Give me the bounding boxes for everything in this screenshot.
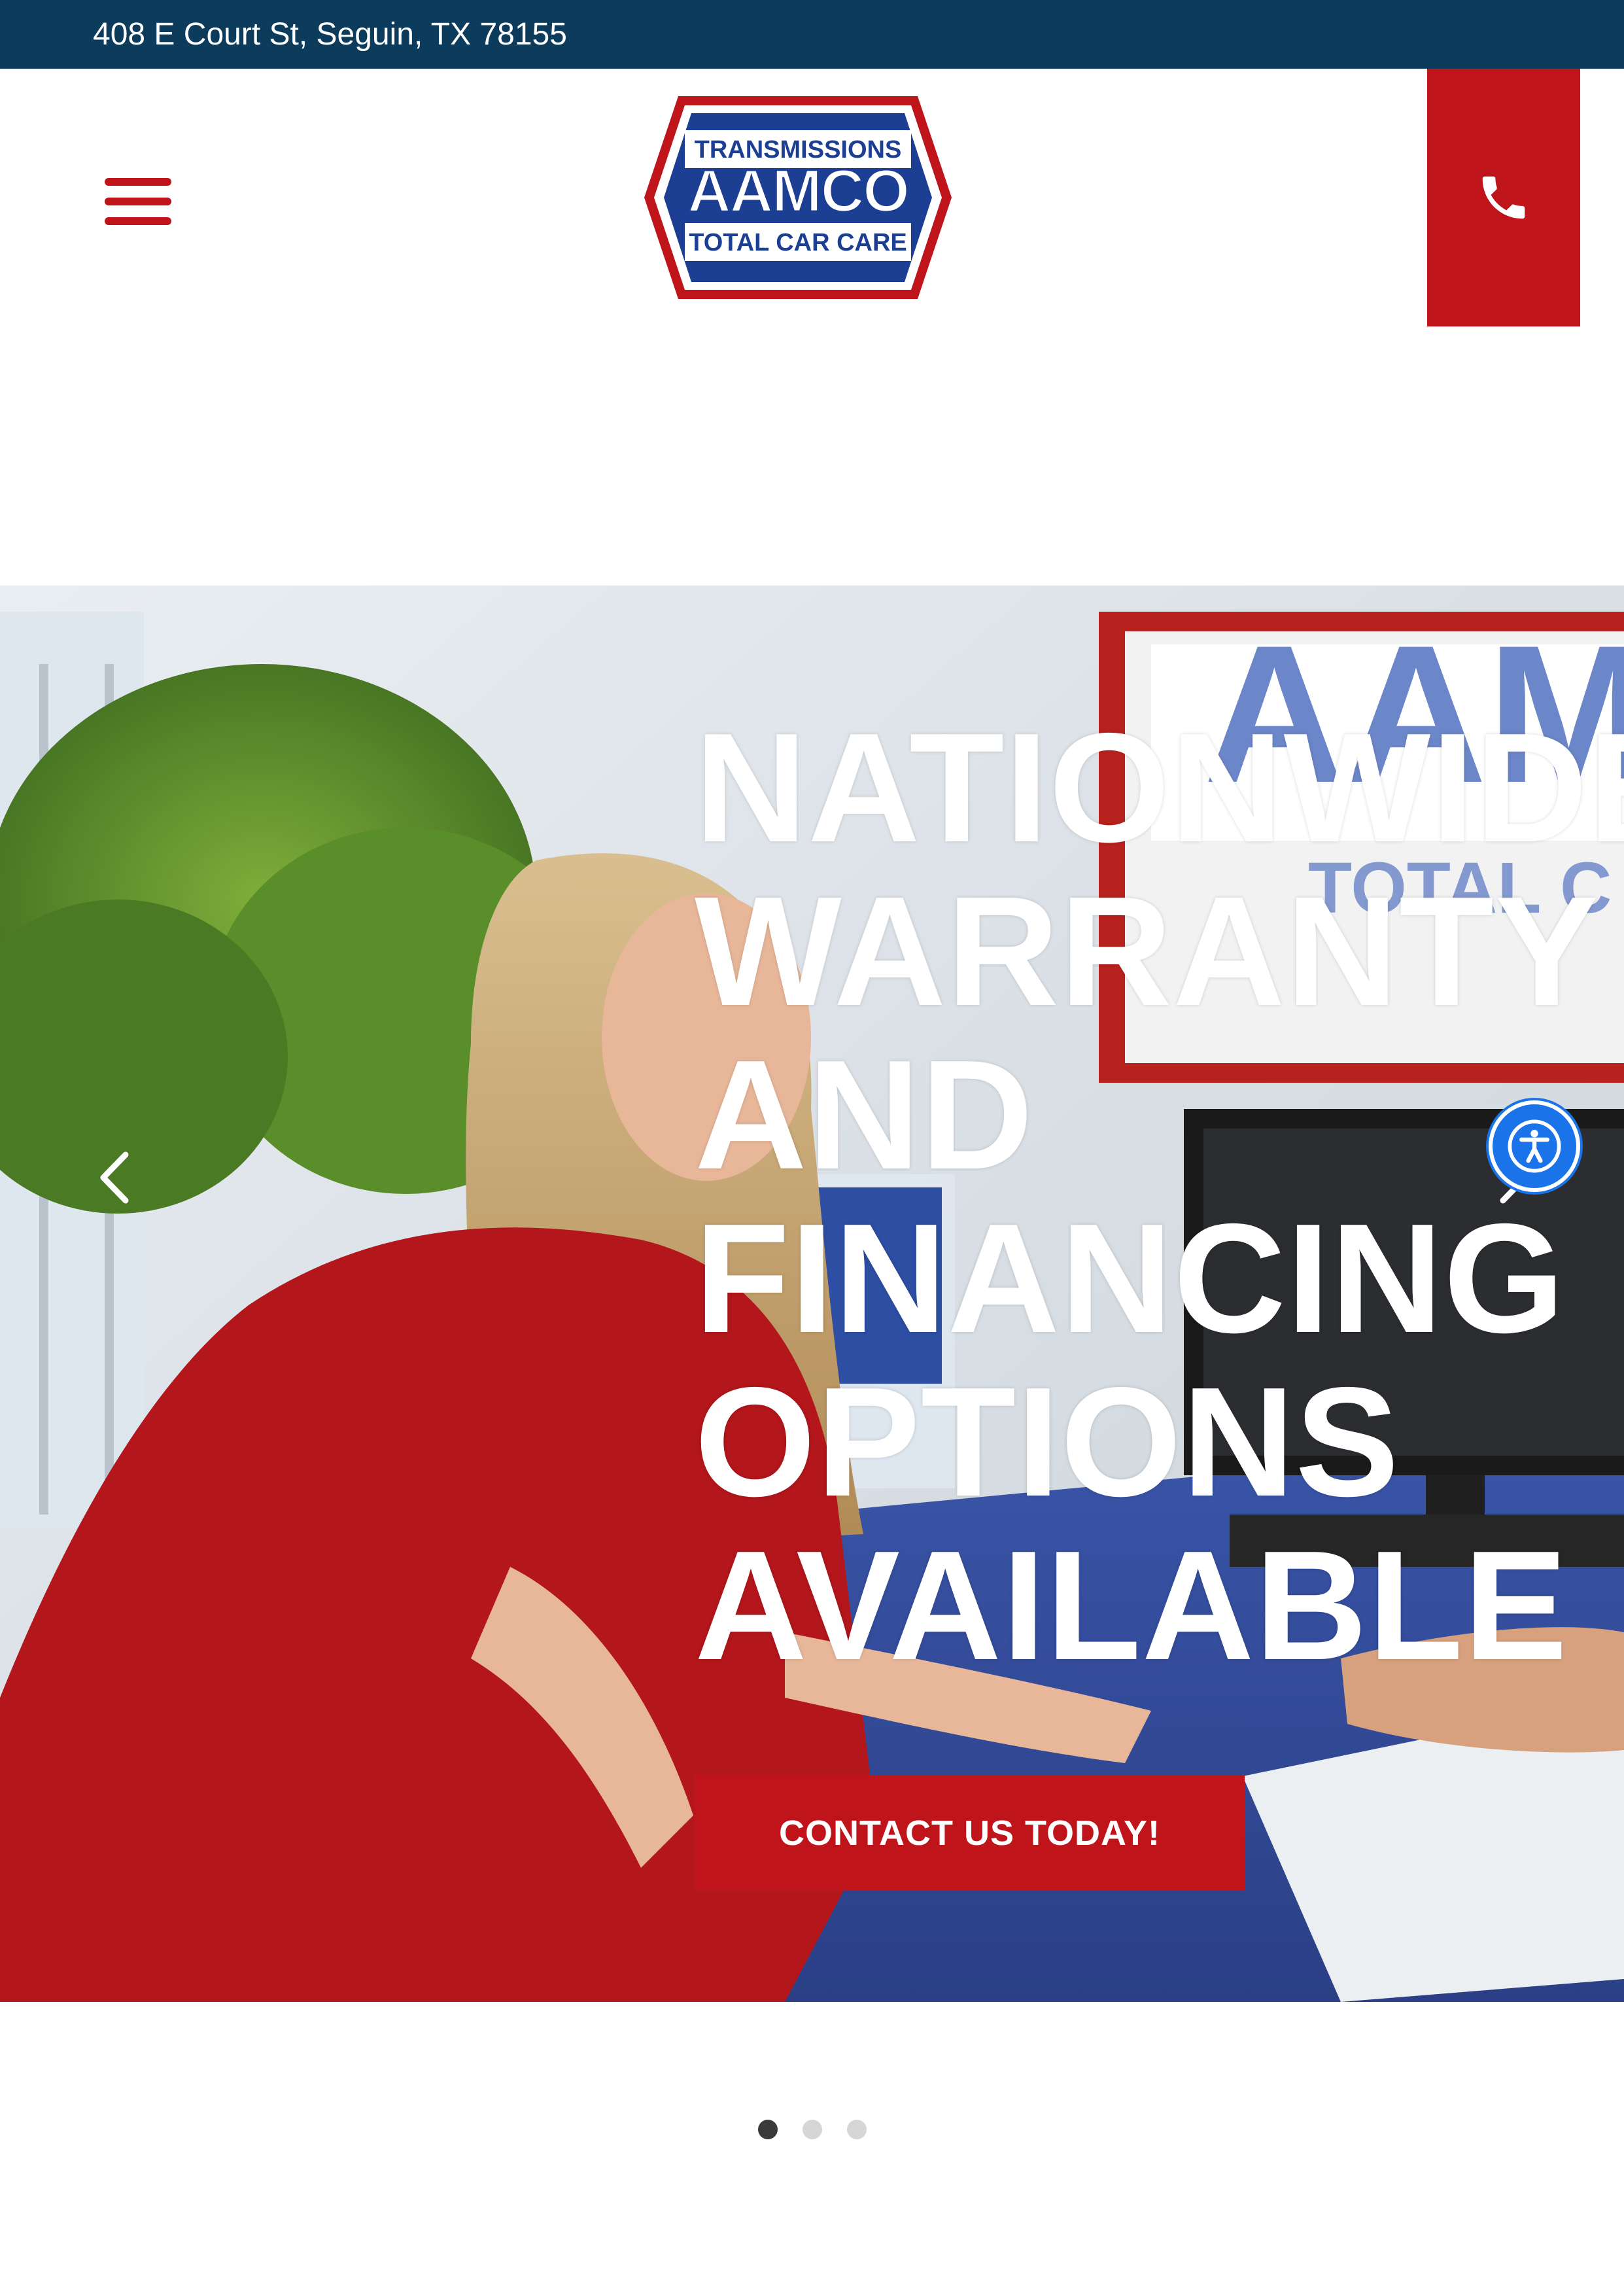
contact-us-button[interactable]: CONTACT US TODAY! bbox=[695, 1775, 1245, 1891]
hero-slider: AAMCO TOTAL C NATIONWIDE WARRANTY AND FI… bbox=[0, 586, 1624, 2002]
aamco-logo[interactable]: TRANSMISSIONS AAMCO TOTAL CAR CARE bbox=[644, 83, 952, 312]
slider-dot-3[interactable] bbox=[846, 2120, 867, 2139]
slider-dot-1[interactable] bbox=[757, 2120, 778, 2139]
top-bar: 408 E Court St, Seguin, TX 78155 bbox=[0, 0, 1624, 69]
menu-bar-line bbox=[105, 178, 171, 186]
slider-prev-button[interactable] bbox=[78, 1142, 150, 1214]
slider-dot-2[interactable] bbox=[802, 2120, 822, 2139]
hamburger-menu-icon[interactable] bbox=[105, 167, 178, 236]
accessibility-icon bbox=[1508, 1119, 1561, 1173]
site-header: TRANSMISSIONS AAMCO TOTAL CAR CARE bbox=[0, 69, 1624, 586]
logo-bottom-text: TOTAL CAR CARE bbox=[689, 229, 907, 256]
phone-icon bbox=[1482, 176, 1525, 219]
accessibility-button[interactable] bbox=[1489, 1100, 1580, 1192]
logo-brand-text: AAMCO bbox=[687, 158, 908, 224]
menu-bar-line bbox=[105, 198, 171, 205]
store-address[interactable]: 408 E Court St, Seguin, TX 78155 bbox=[93, 0, 567, 69]
chevron-left-icon bbox=[100, 1151, 129, 1204]
slider-dots bbox=[0, 2120, 1624, 2152]
menu-bar-line bbox=[105, 217, 171, 225]
call-button[interactable] bbox=[1427, 69, 1580, 326]
